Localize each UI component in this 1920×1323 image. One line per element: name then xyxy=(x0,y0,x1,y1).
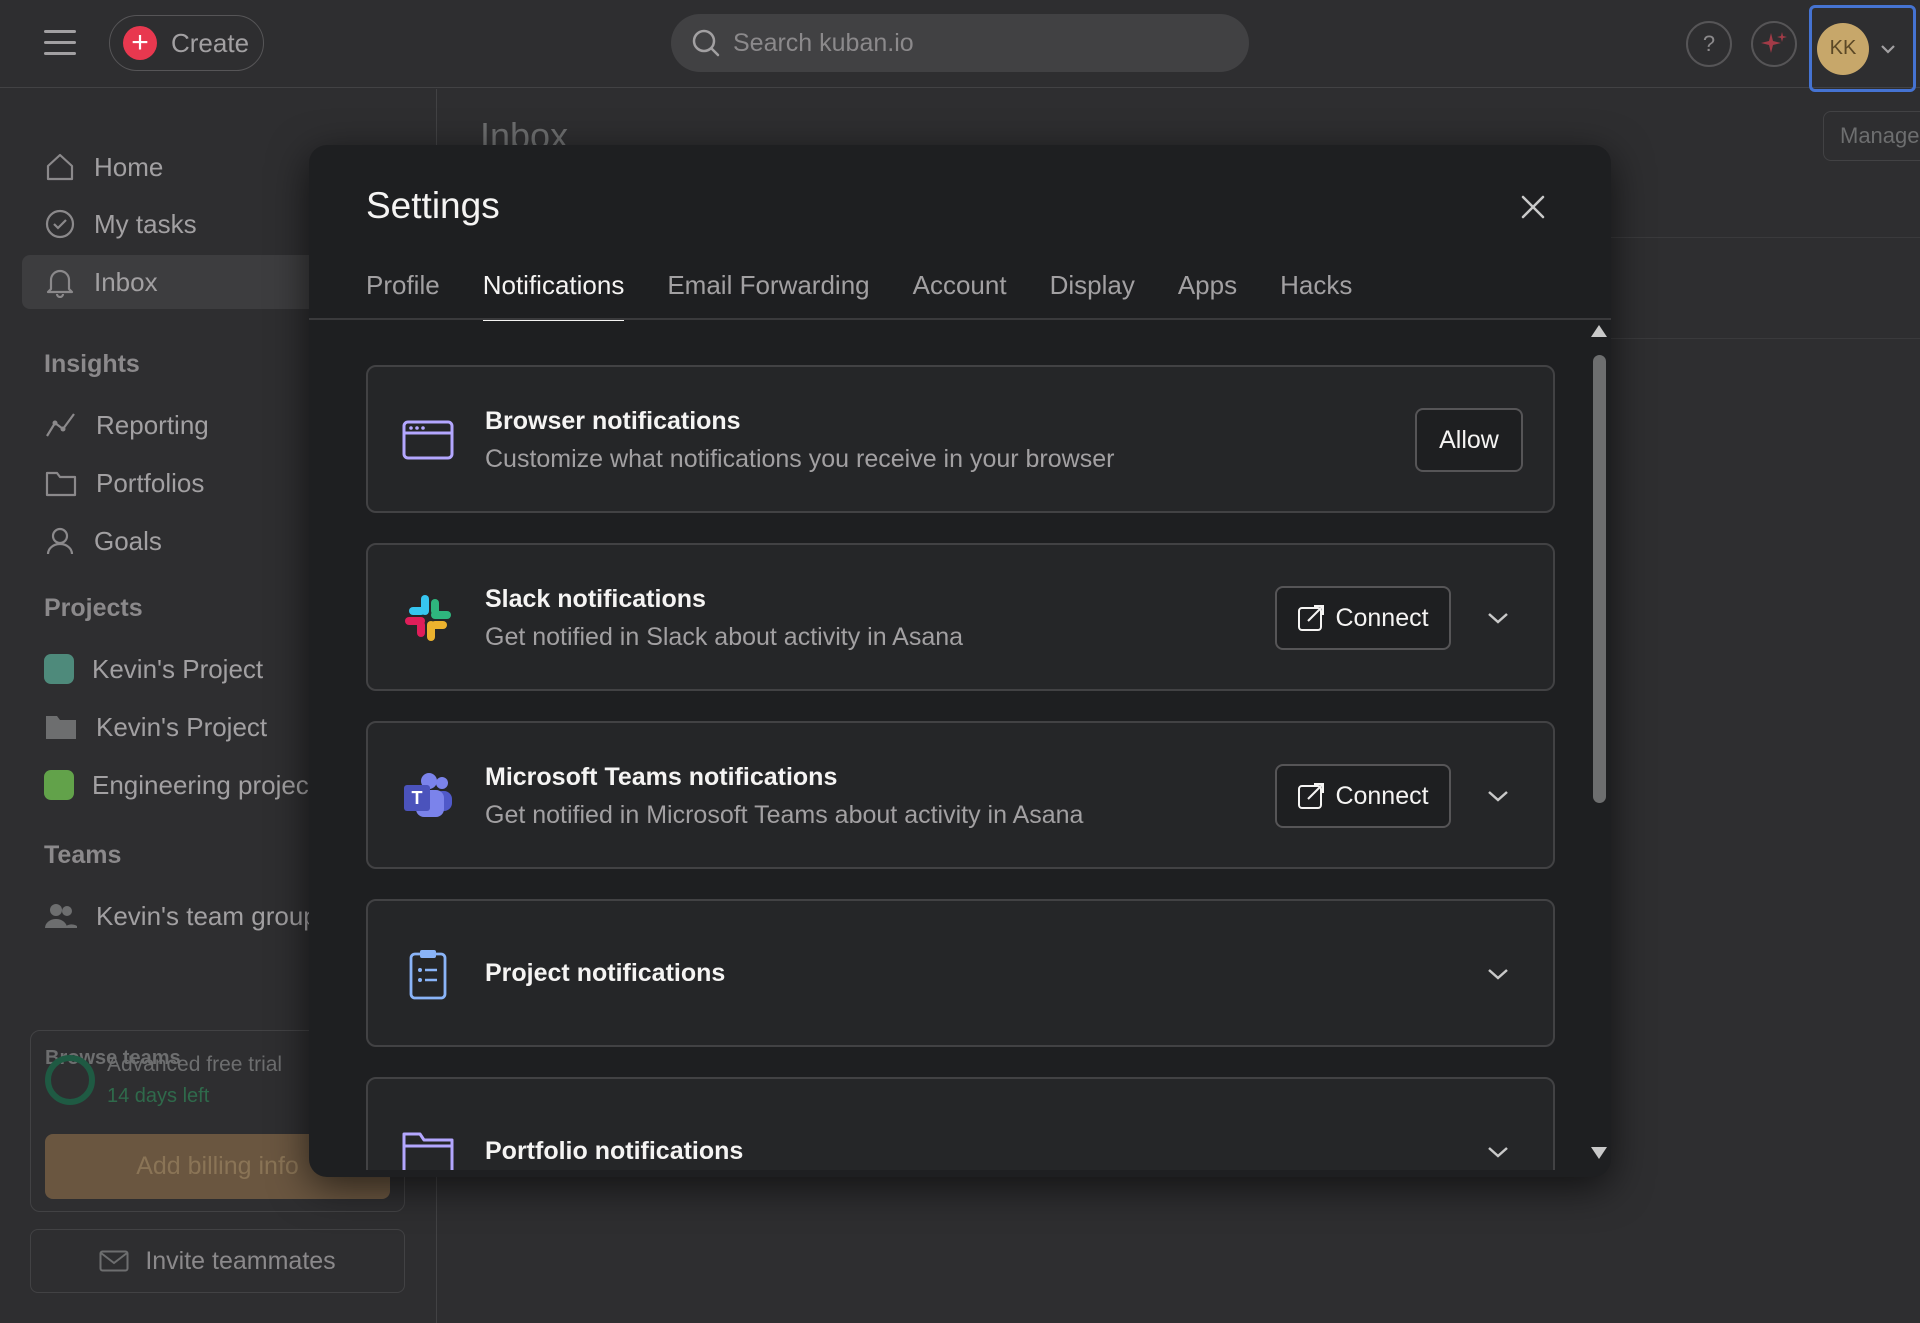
close-icon xyxy=(1521,195,1545,219)
svg-text:T: T xyxy=(412,788,423,808)
folder-icon xyxy=(401,1125,455,1170)
teams-connect-button[interactable]: Connect xyxy=(1275,764,1451,828)
envelope-icon xyxy=(99,1250,129,1272)
card-description: Get notified in Slack about activity in … xyxy=(485,623,964,651)
sidebar-item-label: Engineering project xyxy=(92,769,317,800)
expand-chevron-icon[interactable] xyxy=(1483,959,1513,989)
card-title: Microsoft Teams notifications xyxy=(485,763,838,791)
browser-window-icon xyxy=(401,413,455,467)
expand-chevron-icon[interactable] xyxy=(1483,603,1513,633)
project-notifications-card[interactable]: Project notifications xyxy=(366,899,1555,1047)
teams-icon: T xyxy=(401,769,455,823)
sidebar-item-label: Home xyxy=(94,151,164,182)
manage-button[interactable]: Manage xyxy=(1823,111,1920,161)
teams-section-title[interactable]: Teams xyxy=(44,841,121,870)
connect-label: Connect xyxy=(1335,781,1429,810)
sidebar-item-label: Inbox xyxy=(94,266,158,297)
folder-icon xyxy=(45,471,77,497)
invite-label: Invite teammates xyxy=(145,1246,336,1275)
sparkle-icon xyxy=(1761,32,1787,53)
tab-apps[interactable]: Apps xyxy=(1178,265,1237,321)
card-title: Project notifications xyxy=(485,959,726,987)
card-title: Browser notifications xyxy=(485,407,741,435)
expand-chevron-icon[interactable] xyxy=(1483,781,1513,811)
search-bar[interactable]: Search kuban.io xyxy=(671,14,1249,72)
search-placeholder: Search kuban.io xyxy=(733,28,914,57)
settings-tabs: Profile Notifications Email Forwarding A… xyxy=(366,265,1352,321)
ai-sparkle-button[interactable] xyxy=(1751,21,1797,67)
projects-section-title[interactable]: Projects xyxy=(44,594,143,623)
connect-label: Connect xyxy=(1335,603,1429,632)
home-icon xyxy=(46,153,74,181)
trial-progress-ring xyxy=(45,1055,95,1105)
search-icon xyxy=(692,29,720,57)
external-link-icon xyxy=(1298,783,1325,809)
scroll-down-arrow-icon[interactable] xyxy=(1591,1147,1607,1159)
help-icon: ? xyxy=(1702,31,1716,56)
check-circle-icon xyxy=(45,209,75,239)
tab-display[interactable]: Display xyxy=(1050,265,1135,321)
scroll-thumb[interactable] xyxy=(1593,355,1606,803)
tab-email-forwarding[interactable]: Email Forwarding xyxy=(667,265,869,321)
sidebar-item-label: Kevin's Project xyxy=(92,653,264,684)
trial-title: Advanced free trial xyxy=(107,1053,283,1076)
notifications-panel: Browser notifications Customize what not… xyxy=(309,320,1611,1170)
close-button[interactable] xyxy=(1511,185,1555,229)
sidebar-item-label: My tasks xyxy=(94,208,197,239)
create-label: Create xyxy=(171,27,250,58)
hamburger-menu-icon[interactable] xyxy=(44,30,76,56)
clipboard-icon xyxy=(401,947,455,1001)
trial-days-left: 14 days left xyxy=(107,1085,210,1107)
chart-line-icon xyxy=(46,413,75,437)
teams-notifications-card[interactable]: T Microsoft Teams notifications Get noti… xyxy=(366,721,1555,869)
invite-teammates-button[interactable]: Invite teammates xyxy=(30,1229,405,1293)
tab-profile[interactable]: Profile xyxy=(366,265,440,321)
browser-notifications-card: Browser notifications Customize what not… xyxy=(366,365,1555,513)
external-link-icon xyxy=(1298,605,1325,631)
sidebar-item-label: Kevin's team group xyxy=(96,900,318,931)
create-button[interactable]: + Create xyxy=(109,15,264,71)
tab-notifications[interactable]: Notifications xyxy=(482,265,625,321)
tab-hacks[interactable]: Hacks xyxy=(1280,265,1352,321)
tab-account[interactable]: Account xyxy=(913,265,1007,321)
folder-icon xyxy=(46,716,76,739)
team-icon xyxy=(45,904,77,928)
allow-button[interactable]: Allow xyxy=(1415,408,1523,472)
sidebar-item-label: Goals xyxy=(94,525,162,556)
account-menu-button[interactable]: KK xyxy=(1809,5,1916,92)
scrollbar[interactable] xyxy=(1589,325,1609,1165)
sidebar-item-label: Reporting xyxy=(96,409,209,440)
sidebar-item-label: Kevin's Project xyxy=(96,711,268,742)
card-description: Get notified in Microsoft Teams about ac… xyxy=(485,801,1084,829)
slack-notifications-card[interactable]: Slack notifications Get notified in Slac… xyxy=(366,543,1555,691)
project-color-icon xyxy=(44,770,74,800)
bell-icon xyxy=(46,269,74,298)
chevron-down-icon xyxy=(1881,44,1895,54)
slack-connect-button[interactable]: Connect xyxy=(1275,586,1451,650)
person-icon xyxy=(46,527,74,555)
insights-section-title[interactable]: Insights xyxy=(44,350,140,379)
modal-title: Settings xyxy=(366,185,500,226)
scroll-up-arrow-icon[interactable] xyxy=(1591,325,1607,337)
avatar: KK xyxy=(1817,22,1869,75)
top-bar: + Create Search kuban.io ? KK xyxy=(0,0,1920,92)
card-title: Slack notifications xyxy=(485,585,706,613)
card-description: Customize what notifications you receive… xyxy=(485,445,1115,473)
settings-modal: Settings Profile Notifications Email For… xyxy=(309,145,1611,1177)
sidebar-item-label: Portfolios xyxy=(96,467,205,498)
plus-icon: + xyxy=(123,26,157,60)
portfolio-notifications-card[interactable]: Portfolio notifications xyxy=(366,1077,1555,1170)
card-title: Portfolio notifications xyxy=(485,1137,744,1165)
expand-chevron-icon[interactable] xyxy=(1483,1137,1513,1167)
project-color-icon xyxy=(44,654,74,684)
help-button[interactable]: ? xyxy=(1686,21,1732,67)
slack-icon xyxy=(401,591,455,645)
